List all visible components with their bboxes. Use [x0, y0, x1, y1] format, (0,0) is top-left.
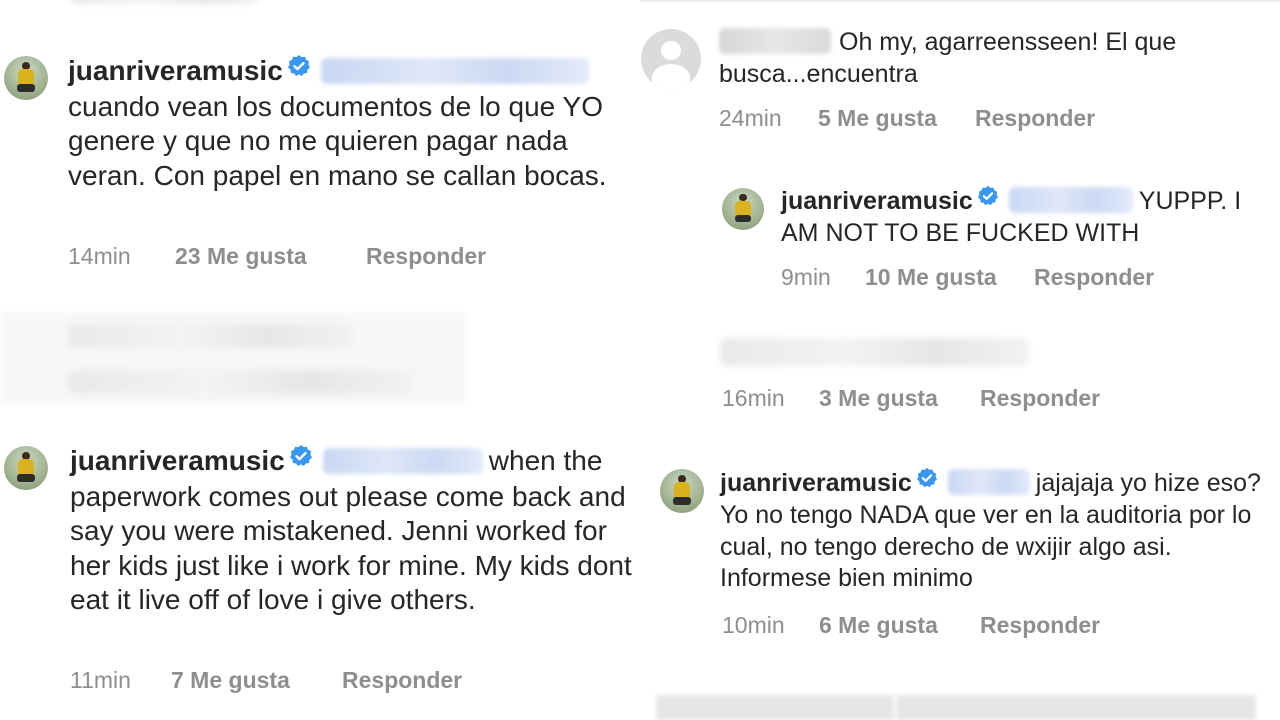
- avatar[interactable]: [722, 188, 764, 230]
- comment-text: juanriveramusic cuando vean los document…: [68, 54, 640, 193]
- likes-count[interactable]: 7 Me gusta: [171, 667, 342, 694]
- blurred-comment-text: [720, 338, 1030, 366]
- reply-button[interactable]: Responder: [342, 667, 462, 694]
- blurred-mention[interactable]: [320, 57, 589, 84]
- blurred-view-previous-replies[interactable]: [68, 370, 413, 394]
- blurred-bottom-right: [896, 695, 1256, 720]
- avatar[interactable]: [660, 469, 704, 513]
- comment-meta: 24min 5 Me gusta Responder: [719, 105, 1095, 132]
- comment-meta: 9min 10 Me gusta Responder: [781, 264, 1154, 291]
- comment-meta: 10min 6 Me gusta Responder: [722, 612, 1100, 639]
- likes-count[interactable]: 5 Me gusta: [818, 105, 975, 132]
- verified-badge-icon: [289, 442, 313, 477]
- reply-button[interactable]: Responder: [980, 385, 1100, 412]
- comment-body: cuando vean los documentos de lo que YO …: [68, 90, 607, 191]
- avatar[interactable]: [4, 446, 48, 490]
- comment-juanriveramusic-2: juanriveramusic when the paperwork comes …: [0, 420, 640, 720]
- comment-username[interactable]: juanriveramusic: [68, 55, 283, 86]
- comment-text: juanriveramusic when the paperwork comes …: [70, 444, 635, 618]
- avatar[interactable]: [4, 56, 48, 100]
- reply-button[interactable]: Responder: [980, 612, 1100, 639]
- comment-username[interactable]: juanriveramusic: [720, 469, 912, 497]
- blurred-mention[interactable]: [1008, 187, 1133, 214]
- verified-badge-icon: [287, 52, 311, 87]
- likes-count[interactable]: 10 Me gusta: [865, 264, 1034, 291]
- comment-juanriveramusic-1: juanriveramusic cuando vean los document…: [0, 0, 640, 290]
- blurred-mention[interactable]: [947, 469, 1030, 496]
- comment-juanriveramusic-reply-2: juanriveramusic jajajaja yo hize eso? Yo …: [640, 440, 1280, 650]
- reply-button[interactable]: Responder: [1034, 264, 1154, 291]
- blurred-mention[interactable]: [322, 447, 483, 474]
- comment-username[interactable]: juanriveramusic: [70, 445, 285, 476]
- comment-blurred-user: Oh my, agarreensseen! El que busca...enc…: [640, 0, 1280, 150]
- blurred-bottom-left: [656, 695, 894, 720]
- comment-text: juanriveramusic jajajaja yo hize eso? Yo …: [720, 466, 1265, 595]
- comment-time: 11min: [70, 667, 131, 693]
- likes-count[interactable]: 6 Me gusta: [819, 612, 980, 639]
- comment-time: 24min: [719, 105, 782, 131]
- verified-badge-icon: [916, 466, 938, 498]
- comment-text: Oh my, agarreensseen! El que busca...enc…: [719, 27, 1239, 90]
- blurred-view-more-replies[interactable]: [68, 324, 353, 348]
- comment-meta: 16min 3 Me gusta Responder: [722, 385, 1100, 412]
- right-screenshot-panel: Oh my, agarreensseen! El que busca...enc…: [640, 0, 1280, 720]
- comment-time: 14min: [68, 243, 131, 269]
- comment-username[interactable]: juanriveramusic: [781, 187, 973, 215]
- comment-meta: 14min 23 Me gusta Responder: [68, 243, 486, 270]
- reply-button[interactable]: Responder: [366, 243, 486, 270]
- comment-meta: 11min 7 Me gusta Responder: [70, 667, 462, 694]
- comment-blurred: 16min 3 Me gusta Responder: [640, 320, 1280, 430]
- comment-time: 9min: [781, 264, 831, 290]
- comment-time: 16min: [722, 385, 785, 411]
- comment-time: 10min: [722, 612, 785, 638]
- blurred-username[interactable]: [719, 28, 831, 55]
- comment-text: juanriveramusic YUPPP. I AM NOT TO BE FUC…: [781, 184, 1276, 250]
- likes-count[interactable]: 23 Me gusta: [175, 243, 366, 270]
- likes-count[interactable]: 3 Me gusta: [819, 385, 980, 412]
- verified-badge-icon: [977, 184, 999, 216]
- comment-juanriveramusic-reply-1: juanriveramusic YUPPP. I AM NOT TO BE FUC…: [640, 150, 1280, 300]
- default-user-avatar-icon[interactable]: [641, 29, 701, 89]
- left-screenshot-panel: juanriveramusic cuando vean los document…: [0, 0, 640, 720]
- reply-button[interactable]: Responder: [975, 105, 1095, 132]
